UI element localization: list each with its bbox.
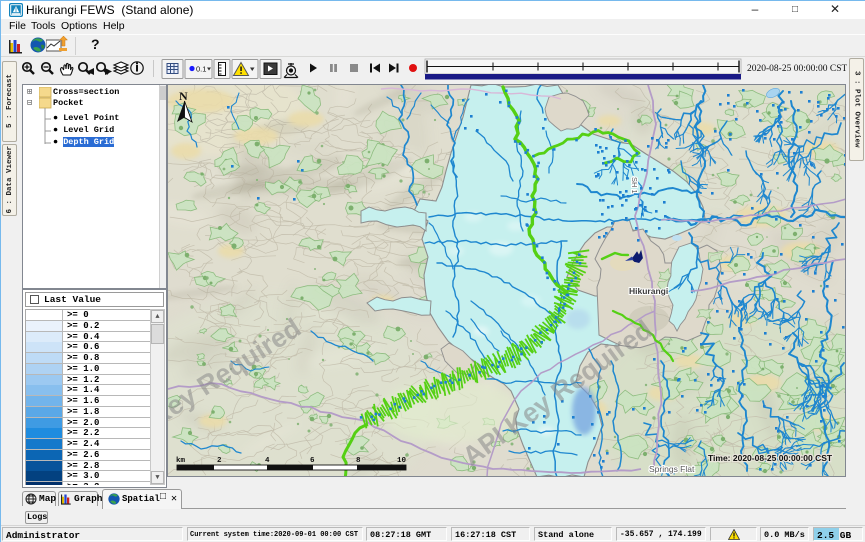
svg-text:km: km [176,457,186,465]
svg-text:Springs Flat: Springs Flat [649,464,695,474]
svg-text:Hikurangi: Hikurangi [629,286,668,296]
svg-text:4: 4 [265,457,270,465]
svg-text:8: 8 [356,457,361,465]
svg-text:0.1: 0.1 [196,65,206,74]
svg-text:2020-08-25 00:00:00 CST: 2020-08-25 00:00:00 CST [747,64,847,74]
svg-text:SH 1: SH 1 [630,177,639,194]
svg-text:6: 6 [310,457,315,465]
svg-text:10: 10 [397,457,407,465]
svg-text:N: N [179,89,188,103]
svg-text:Time: 2020-08-25 00:00:00 CST: Time: 2020-08-25 00:00:00 CST [708,453,833,463]
svg-text:2: 2 [217,457,222,465]
